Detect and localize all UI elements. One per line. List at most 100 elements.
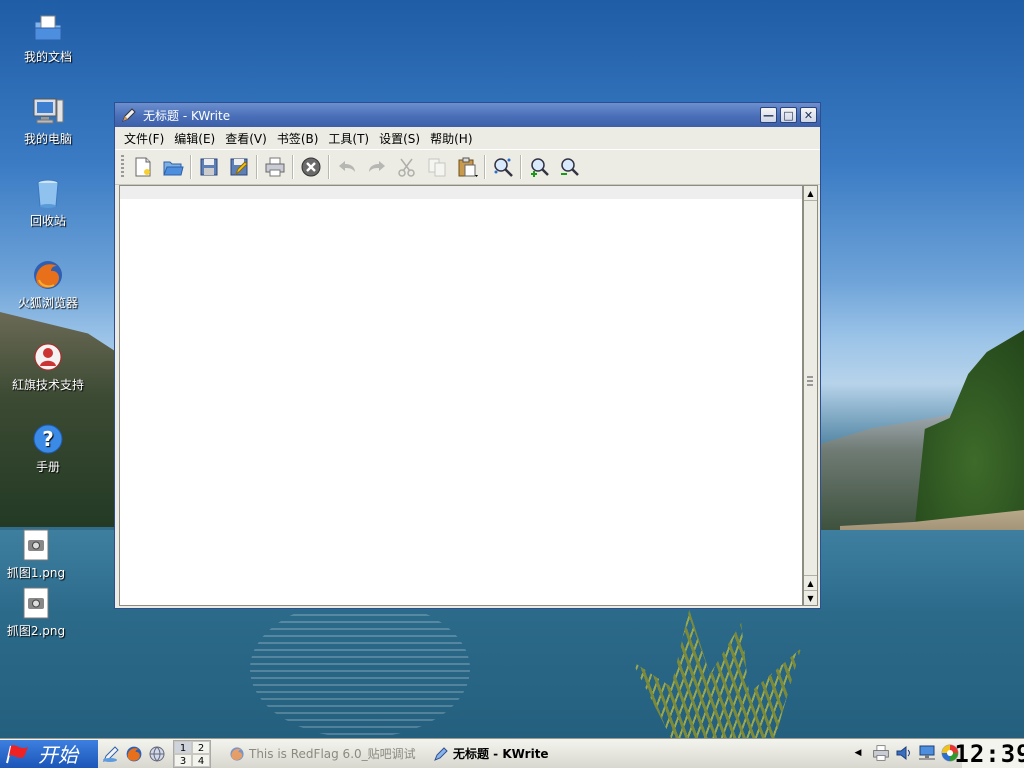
image-file-icon <box>19 586 53 620</box>
desktop-icon-screenshot-2[interactable]: 抓图2.png <box>0 586 81 639</box>
vertical-scrollbar[interactable]: ▲ ▲ ▼ <box>803 185 818 606</box>
task-label: This is RedFlag 6.0_贴吧调试 <box>249 747 416 761</box>
scrollbar-grip[interactable] <box>807 376 813 388</box>
paste-icon <box>458 157 478 177</box>
menu-bookmarks[interactable]: 书签(B) <box>272 130 324 147</box>
desktop-icon-label: 手册 <box>35 460 60 474</box>
desktop-icon-computer[interactable]: 我的电脑 <box>3 94 93 147</box>
system-tray: ◀ <box>845 741 960 765</box>
new-file-button[interactable] <box>130 154 156 180</box>
redo-button[interactable] <box>364 154 390 180</box>
scroll-up-button-bottom[interactable]: ▲ <box>804 575 817 591</box>
start-label: 开始 <box>38 743 78 767</box>
print-icon <box>265 157 285 177</box>
kwrite-app-icon[interactable] <box>121 107 137 123</box>
quicklaunch-firefox[interactable] <box>124 744 144 764</box>
zoom-in-button[interactable] <box>526 154 552 180</box>
print-button[interactable] <box>262 154 288 180</box>
redo-icon <box>369 161 385 172</box>
scroll-up-button[interactable]: ▲ <box>804 186 817 201</box>
documents-folder-icon <box>31 12 65 46</box>
paste-button[interactable] <box>454 154 480 180</box>
main-toolbar <box>115 149 820 185</box>
quicklaunch-network[interactable] <box>147 744 167 764</box>
desktop-icon-label: 抓图2.png <box>6 624 66 638</box>
tray-network[interactable] <box>917 743 937 763</box>
quicklaunch-kwrite[interactable] <box>101 744 121 764</box>
toolbar-separator <box>292 155 294 179</box>
copy-button[interactable] <box>424 154 450 180</box>
window-titlebar[interactable]: 无标题 - KWrite — □ ✕ <box>115 103 820 127</box>
undo-icon <box>339 161 355 172</box>
network-globe-icon <box>149 746 165 761</box>
tray-expand-arrow[interactable]: ◀ <box>848 743 868 763</box>
menu-settings[interactable]: 设置(S) <box>374 130 425 147</box>
minimize-button[interactable]: — <box>760 107 777 123</box>
maximize-button[interactable]: □ <box>780 107 797 123</box>
taskbar: 开始 1 2 3 4 This is RedFlag 6.0_贴吧调试 无标题 … <box>0 738 1024 768</box>
kwrite-app-icon <box>434 746 448 761</box>
task-label: 无标题 - KWrite <box>453 747 549 761</box>
task-kwrite[interactable]: 无标题 - KWrite <box>429 743 553 765</box>
close-document-button[interactable] <box>298 154 324 180</box>
desktop-icon-screenshot-1[interactable]: 抓图1.png <box>0 528 81 581</box>
save-icon <box>200 158 218 176</box>
tray-printer[interactable] <box>871 743 891 763</box>
window-title: 无标题 - KWrite <box>143 108 231 123</box>
menu-tools[interactable]: 工具(T) <box>323 130 374 147</box>
desktop-icon-label: 抓图1.png <box>6 566 66 580</box>
tray-volume[interactable] <box>894 743 914 763</box>
desktop-icon-label: 火狐浏览器 <box>17 296 78 310</box>
minimize-icon: — <box>763 108 774 122</box>
start-button[interactable]: 开始 <box>0 739 98 768</box>
find-button[interactable] <box>490 154 516 180</box>
zoom-out-icon <box>561 158 579 176</box>
image-file-icon <box>19 528 53 562</box>
desktop-icon-help[interactable]: ? 手册 <box>3 422 93 475</box>
desktop-icon-label: 我的文档 <box>23 50 72 64</box>
desktop-pager: 1 2 3 4 <box>173 739 211 768</box>
pager-desktop-2[interactable]: 2 <box>192 740 210 754</box>
cut-button[interactable] <box>394 154 420 180</box>
toolbar-separator <box>190 155 192 179</box>
toolbar-grip[interactable] <box>121 155 124 179</box>
new-file-icon <box>135 157 151 177</box>
desktop-icon-documents[interactable]: 我的文档 <box>3 12 93 65</box>
desktop-icon-label: 回收站 <box>29 214 66 228</box>
pager-desktop-1[interactable]: 1 <box>174 740 192 754</box>
help-icon: ? <box>31 422 65 456</box>
open-folder-icon <box>163 161 184 176</box>
redflag-logo-icon <box>6 744 28 763</box>
pager-desktop-4[interactable]: 4 <box>192 753 210 767</box>
arrow-down-icon: ▼ <box>807 593 814 603</box>
pager-desktop-3[interactable]: 3 <box>174 753 192 767</box>
save-as-button[interactable] <box>226 154 252 180</box>
undo-button[interactable] <box>334 154 360 180</box>
zoom-out-button[interactable] <box>556 154 582 180</box>
pen-icon <box>103 745 119 762</box>
save-button[interactable] <box>196 154 222 180</box>
desktop-icon-trash[interactable]: 回收站 <box>3 176 93 229</box>
trash-icon <box>31 176 65 210</box>
firefox-icon <box>126 746 142 761</box>
clock[interactable]: 12:39 <box>954 739 1024 768</box>
menu-help[interactable]: 帮助(H) <box>425 130 477 147</box>
task-firefox[interactable]: This is RedFlag 6.0_贴吧调试 <box>225 743 429 765</box>
firefox-icon <box>31 258 65 292</box>
open-button[interactable] <box>160 154 186 180</box>
maximize-icon: □ <box>783 108 794 122</box>
text-editor-area[interactable] <box>119 185 803 606</box>
arrow-up-icon: ▲ <box>807 188 814 198</box>
desktop-icon-support[interactable]: 紅旗技术支持 <box>3 340 93 393</box>
computer-icon <box>31 94 65 128</box>
toolbar-separator <box>520 155 522 179</box>
svg-text:?: ? <box>42 427 54 451</box>
scroll-down-button[interactable]: ▼ <box>804 590 817 605</box>
menu-view[interactable]: 查看(V) <box>220 130 272 147</box>
close-button[interactable]: ✕ <box>800 107 817 123</box>
close-document-icon <box>301 157 321 177</box>
desktop-icon-firefox[interactable]: 火狐浏览器 <box>3 258 93 311</box>
menu-edit[interactable]: 编辑(E) <box>169 130 220 147</box>
menu-file[interactable]: 文件(F) <box>119 130 169 147</box>
close-icon: ✕ <box>803 108 814 122</box>
